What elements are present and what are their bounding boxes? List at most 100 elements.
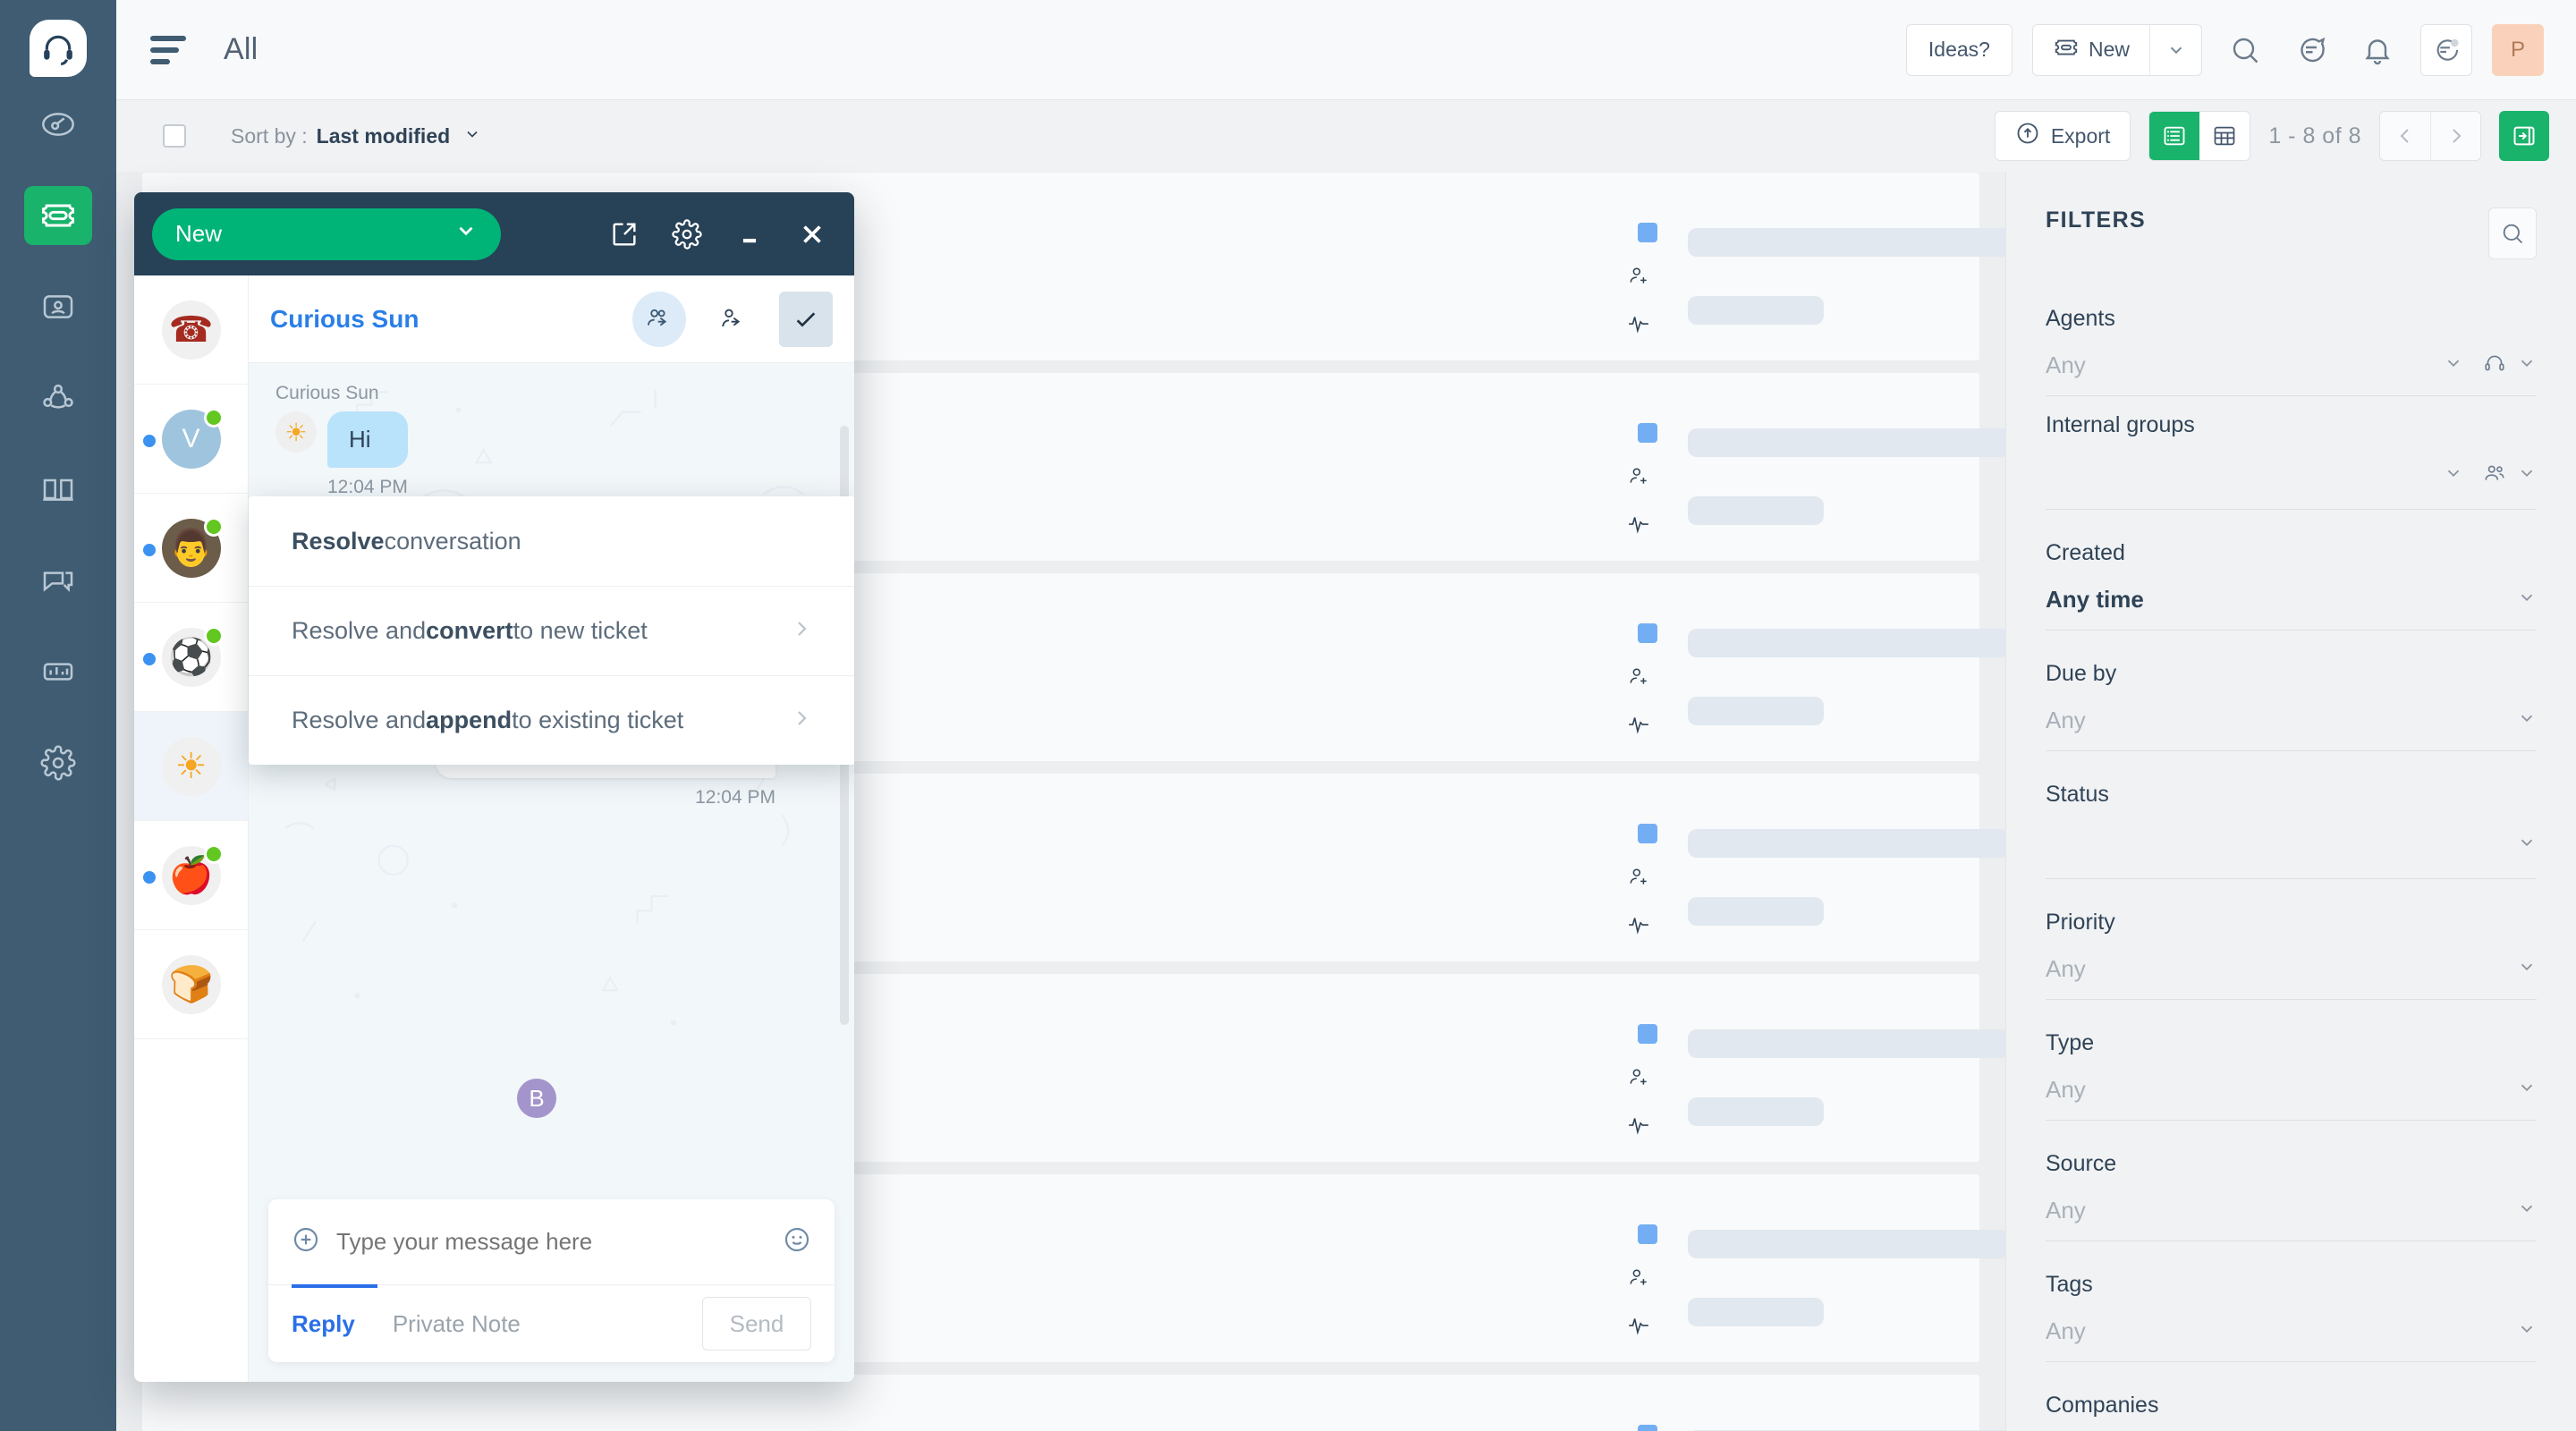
sidebar-item-tickets[interactable] bbox=[24, 186, 92, 245]
message-sender: Curious Sun bbox=[275, 383, 379, 403]
add-person-icon[interactable] bbox=[1627, 665, 1650, 692]
add-person-icon[interactable] bbox=[1627, 865, 1650, 893]
chevron-right-icon[interactable] bbox=[2430, 112, 2480, 160]
gear-icon[interactable] bbox=[672, 218, 702, 250]
new-ticket-button[interactable]: New bbox=[2033, 25, 2149, 75]
activity-pulse-icon[interactable] bbox=[1627, 311, 1650, 339]
tab-private-note[interactable]: Private Note bbox=[393, 1310, 521, 1338]
chevron-down-icon[interactable] bbox=[2517, 1078, 2537, 1102]
smiley-icon[interactable] bbox=[783, 1225, 811, 1258]
chevron-down-icon[interactable] bbox=[2517, 463, 2537, 487]
list-item[interactable]: V bbox=[134, 385, 248, 494]
filter-label: Priority bbox=[2046, 910, 2115, 935]
close-icon[interactable] bbox=[797, 219, 827, 250]
filter-label: Agents bbox=[2046, 306, 2115, 331]
tab-reply[interactable]: Reply bbox=[292, 1310, 355, 1338]
add-person-icon[interactable] bbox=[1627, 1266, 1650, 1293]
headset-logo-icon[interactable] bbox=[30, 20, 87, 77]
filter-source-row[interactable]: Any bbox=[2046, 1197, 2537, 1241]
conversation-status-select[interactable]: New bbox=[152, 207, 501, 260]
menu-item-resolve-conversation[interactable]: Resolve conversation bbox=[249, 496, 854, 586]
people-icon[interactable] bbox=[2483, 461, 2506, 489]
chevron-down-icon[interactable] bbox=[2517, 1198, 2537, 1223]
filter-group-priority: Priority Any bbox=[2046, 910, 2537, 1000]
filter-label: Created bbox=[2046, 540, 2125, 565]
activity-pulse-icon[interactable] bbox=[1627, 712, 1650, 740]
sidebar-item-social[interactable] bbox=[24, 368, 92, 428]
headset-icon[interactable] bbox=[2483, 351, 2506, 379]
chevron-down-icon[interactable] bbox=[2444, 353, 2463, 377]
chevron-down-icon[interactable] bbox=[2517, 588, 2537, 612]
sort-by-value[interactable]: Last modified bbox=[317, 124, 481, 148]
chevron-down-icon[interactable] bbox=[2517, 833, 2537, 857]
list-item[interactable]: ⚽ bbox=[134, 603, 248, 712]
filter-type-row[interactable]: Any bbox=[2046, 1076, 2537, 1121]
active-tab-underline bbox=[292, 1284, 377, 1288]
assign-group-icon[interactable] bbox=[632, 291, 686, 347]
add-person-icon[interactable] bbox=[1627, 1065, 1650, 1093]
sidebar-item-admin[interactable] bbox=[24, 733, 92, 792]
list-item[interactable]: 👨 bbox=[134, 494, 248, 603]
sidebar-item-chat[interactable] bbox=[24, 551, 92, 610]
message-input[interactable] bbox=[336, 1228, 783, 1256]
feedback-chat-bubble-icon[interactable] bbox=[2288, 27, 2334, 73]
assign-agent-icon[interactable] bbox=[706, 292, 759, 347]
filter-created-row[interactable]: Any time bbox=[2046, 586, 2537, 631]
agent-placeholder bbox=[1688, 228, 2005, 257]
filter-internal-groups-row[interactable] bbox=[2046, 458, 2537, 510]
add-person-icon[interactable] bbox=[1627, 264, 1650, 292]
hamburger-menu-icon[interactable] bbox=[150, 30, 191, 71]
sidebar-item-contacts[interactable] bbox=[24, 277, 92, 336]
chat-pane: Curious Sun Curious Sun ☀ Hi 12:04 PM 12… bbox=[249, 192, 854, 1382]
select-all-checkbox[interactable] bbox=[163, 124, 186, 148]
chevron-left-icon[interactable] bbox=[2380, 112, 2430, 160]
resolve-check-icon[interactable] bbox=[779, 291, 833, 347]
plus-circle-icon[interactable] bbox=[292, 1225, 320, 1258]
filter-priority-row[interactable]: Any bbox=[2046, 955, 2537, 1000]
add-person-icon[interactable] bbox=[1627, 464, 1650, 492]
list-item[interactable]: ☀ bbox=[134, 712, 248, 821]
sidebar-item-analytics[interactable] bbox=[24, 642, 92, 701]
activity-pulse-icon[interactable] bbox=[1627, 912, 1650, 940]
chevron-down-icon[interactable] bbox=[2517, 957, 2537, 981]
table-row[interactable] bbox=[141, 1374, 2005, 1431]
chevron-down-icon[interactable] bbox=[2517, 353, 2537, 377]
minimize-icon[interactable] bbox=[734, 219, 765, 250]
menu-item-resolve-convert[interactable]: Resolve and convert to new ticket bbox=[249, 586, 854, 675]
filter-due-by-row[interactable]: Any bbox=[2046, 707, 2537, 751]
unread-dot bbox=[143, 435, 156, 447]
list-view-icon[interactable] bbox=[2149, 112, 2200, 160]
list-item[interactable]: 🍞 bbox=[134, 930, 248, 1039]
ideas-button[interactable]: Ideas? bbox=[1905, 23, 2012, 76]
filter-group-created: Created Any time bbox=[2046, 540, 2537, 631]
activity-pulse-icon[interactable] bbox=[1627, 1313, 1650, 1341]
chevron-down-icon[interactable] bbox=[2517, 1319, 2537, 1343]
filter-group-tags: Tags Any bbox=[2046, 1272, 2537, 1362]
menu-item-rest: to existing ticket bbox=[512, 707, 684, 733]
search-icon[interactable] bbox=[2222, 27, 2268, 73]
filter-tags-row[interactable]: Any bbox=[2046, 1317, 2537, 1362]
sidebar-item-dashboard[interactable] bbox=[24, 95, 92, 154]
filter-search-icon[interactable] bbox=[2488, 207, 2537, 259]
table-view-icon[interactable] bbox=[2199, 112, 2250, 160]
filter-status-row[interactable] bbox=[2046, 827, 2537, 879]
activity-pulse-icon[interactable] bbox=[1627, 512, 1650, 539]
assistant-icon[interactable] bbox=[2420, 23, 2472, 76]
export-button[interactable]: Export bbox=[1994, 111, 2131, 161]
composer-input-row bbox=[268, 1199, 835, 1285]
chevron-down-icon[interactable] bbox=[2444, 463, 2463, 487]
chevron-down-icon[interactable] bbox=[2149, 24, 2201, 75]
list-item[interactable]: 🍎 bbox=[134, 821, 248, 930]
user-avatar[interactable]: P bbox=[2492, 23, 2544, 76]
collapse-panel-icon[interactable] bbox=[2499, 111, 2549, 161]
list-item[interactable]: ☎ bbox=[134, 275, 248, 385]
activity-pulse-icon[interactable] bbox=[1627, 1113, 1650, 1140]
send-button[interactable]: Send bbox=[702, 1297, 811, 1351]
chevron-down-icon[interactable] bbox=[2517, 708, 2537, 732]
bell-icon[interactable] bbox=[2354, 27, 2401, 73]
menu-item-resolve-append[interactable]: Resolve and append to existing ticket bbox=[249, 675, 854, 765]
sidebar-item-solutions[interactable] bbox=[24, 460, 92, 519]
filter-agents-row[interactable]: Any bbox=[2046, 351, 2537, 396]
external-link-icon[interactable] bbox=[609, 219, 640, 250]
contact-name[interactable]: Curious Sun bbox=[270, 305, 419, 334]
